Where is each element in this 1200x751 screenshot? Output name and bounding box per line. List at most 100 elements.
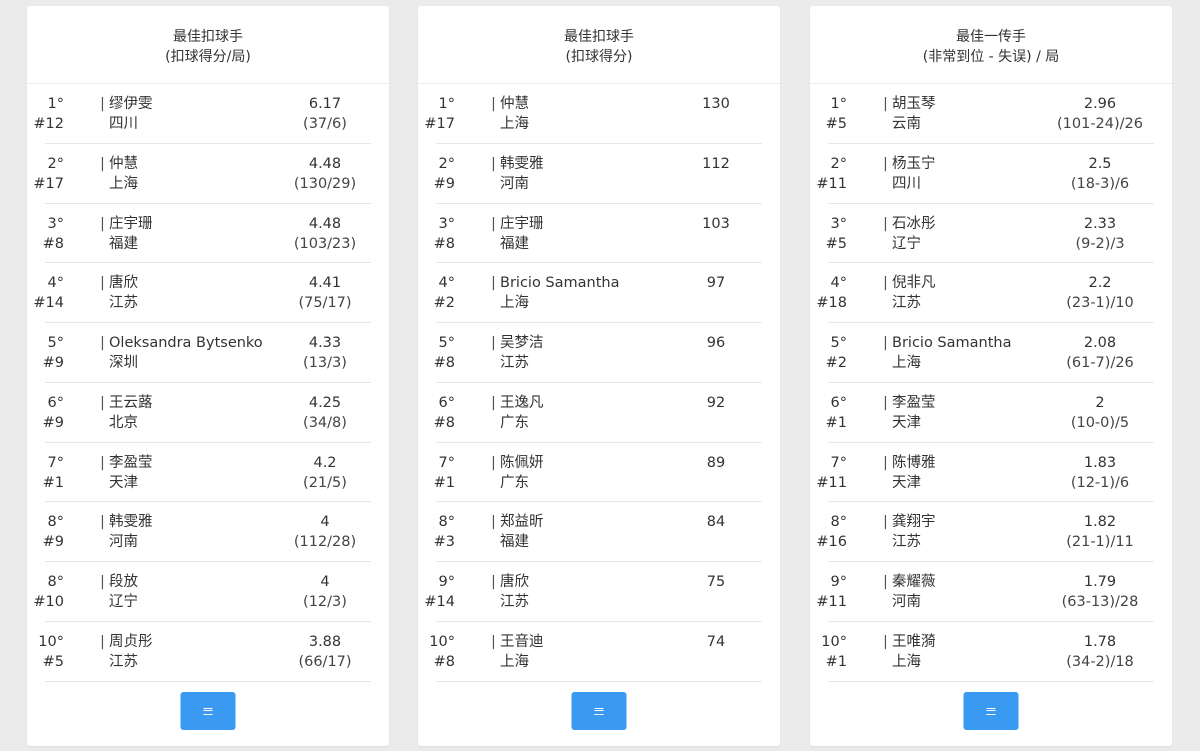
rank-label: 3° [438, 215, 455, 232]
rank-label: 9° [438, 574, 455, 590]
separator: | [883, 96, 888, 112]
rank-label: 8° [47, 574, 64, 590]
stat-detail: (18-3)/6 [1070, 175, 1130, 192]
stat-detail: (21/5) [303, 474, 347, 491]
team-name: 天津 [892, 474, 921, 491]
rank-label: 1° [47, 96, 64, 112]
card-title: 最佳一传手 [956, 28, 1026, 45]
card-title: 最佳扣球手 [564, 28, 634, 45]
player-name: 韩雯雅 [500, 155, 544, 172]
more-button[interactable] [963, 692, 1019, 730]
team-name: 江苏 [109, 295, 138, 312]
stat-detail: (23-1)/10 [1066, 295, 1134, 312]
card-header: 最佳一传手 (非常到位 - 失误) / 局 [810, 6, 1172, 84]
rank-label: 3° [830, 215, 847, 232]
player-name: 陈博雅 [892, 454, 936, 471]
more-button[interactable] [571, 692, 627, 730]
player-name: 倪非凡 [892, 275, 936, 292]
table-row: 10° #8 | 王音迪 上海 74 [429, 622, 762, 682]
table-row: 7° #1 | 陈佩妍 广东 89 [433, 443, 762, 503]
table-row: 1° #12 | 缪伊雯 四川 6.17 (37/6) [33, 84, 371, 144]
jersey-number: #3 [433, 534, 455, 551]
team-name: 福建 [500, 235, 529, 252]
rank-label: 2° [47, 155, 64, 172]
stat-value: 84 [706, 514, 726, 531]
stat-value: 6.17 [308, 96, 342, 112]
separator: | [100, 96, 105, 112]
player-name: 仲慧 [500, 96, 529, 112]
separator: | [491, 96, 496, 112]
player-name: 庄宇珊 [109, 215, 153, 232]
stat-value: 112 [702, 155, 730, 172]
jersey-number: #12 [33, 116, 64, 132]
ranking-list: 1° #17 | 仲慧 上海 130 2° #9 | 韩雯雅 河南 112 3° #8 | 庄宇珊 福建 103 4… [424, 84, 762, 682]
player-name: 唐欣 [109, 275, 138, 292]
separator: | [883, 394, 888, 411]
stat-value: 74 [706, 633, 726, 650]
team-name: 天津 [892, 414, 921, 431]
team-name: 四川 [109, 116, 138, 132]
stat-value: 2.08 [1083, 335, 1117, 351]
separator: | [883, 514, 888, 531]
stat-detail: (130/29) [293, 175, 357, 192]
card-subtitle: (扣球得分/局) [165, 48, 251, 65]
jersey-number: #1 [42, 474, 64, 491]
player-name: 郑益昕 [500, 514, 544, 531]
separator: | [100, 633, 105, 650]
rank-label: 4° [830, 275, 847, 292]
team-name: 上海 [892, 653, 921, 670]
jersey-number: #11 [816, 594, 847, 610]
stat-detail: (37/6) [303, 116, 347, 132]
rank-label: 1° [830, 96, 847, 112]
table-row: 2° #17 | 仲慧 上海 4.48 (130/29) [33, 144, 371, 204]
jersey-number: #5 [825, 235, 847, 252]
stat-value: 2.2 [1088, 275, 1112, 292]
more-button[interactable] [180, 692, 236, 730]
table-row: 7° #1 | 李盈莹 天津 4.2 (21/5) [42, 443, 371, 503]
table-row: 8° #3 | 郑益昕 福建 84 [433, 502, 762, 562]
separator: | [100, 394, 105, 411]
stat-detail: (63-13)/28 [1061, 594, 1139, 610]
player-name: 石冰彤 [892, 215, 936, 232]
rank-label: 10° [821, 633, 847, 650]
stat-value: 75 [706, 574, 726, 590]
player-name: Oleksandra Bytsenko [109, 335, 263, 351]
stat-value: 1.82 [1083, 514, 1117, 531]
table-row: 8° #10 | 段放 辽宁 4 (12/3) [33, 562, 371, 622]
table-row: 4° #14 | 唐欣 江苏 4.41 (75/17) [33, 263, 371, 323]
ranking-list: 1° #5 | 胡玉琴 云南 2.96 (101-24)/26 2° #11 | 杨玉宁 四川 2.5(… [816, 84, 1154, 682]
separator: | [100, 574, 105, 590]
jersey-number: #1 [433, 474, 455, 491]
stat-detail: (103/23) [293, 235, 357, 252]
stat-value: 4 [320, 514, 330, 531]
table-row: 3° #8 | 庄宇珊 福建 4.48 (103/23) [43, 204, 371, 264]
player-name: Bricio Samantha [892, 335, 1012, 351]
table-row: 4° #18 | 倪非凡 江苏 2.2 (23-1)/10 [816, 263, 1154, 323]
team-name: 河南 [892, 594, 921, 610]
separator: | [883, 215, 888, 232]
jersey-number: #10 [33, 594, 64, 610]
stat-value: 4.33 [308, 335, 342, 351]
menu-icon [594, 707, 604, 715]
team-name: 福建 [109, 235, 138, 252]
rank-label: 6° [47, 394, 64, 411]
player-name: 王云蕗 [109, 394, 153, 411]
stat-detail: (101-24)/26 [1056, 116, 1144, 132]
rank-label: 4° [438, 275, 455, 292]
jersey-number: #11 [816, 474, 847, 491]
player-name: 陈佩妍 [500, 454, 544, 471]
player-name: 王逸凡 [500, 394, 544, 411]
menu-icon [986, 707, 996, 715]
player-name: 胡玉琴 [892, 96, 936, 112]
separator: | [100, 454, 105, 471]
stat-value: 2.96 [1083, 96, 1117, 112]
team-name: 江苏 [500, 594, 529, 610]
stat-value: 4.48 [308, 215, 342, 232]
separator: | [883, 275, 888, 292]
card-best-spiker-per-set: 最佳扣球手 (扣球得分/局) 1° #12 | 缪伊雯 四川 6.17 (37/6) 2° #1… [27, 6, 389, 746]
player-name: 龚翔宇 [892, 514, 936, 531]
jersey-number: #9 [433, 175, 455, 192]
stat-value: 130 [702, 96, 730, 112]
stat-detail: (12-1)/6 [1070, 474, 1130, 491]
team-name: 深圳 [109, 355, 138, 371]
